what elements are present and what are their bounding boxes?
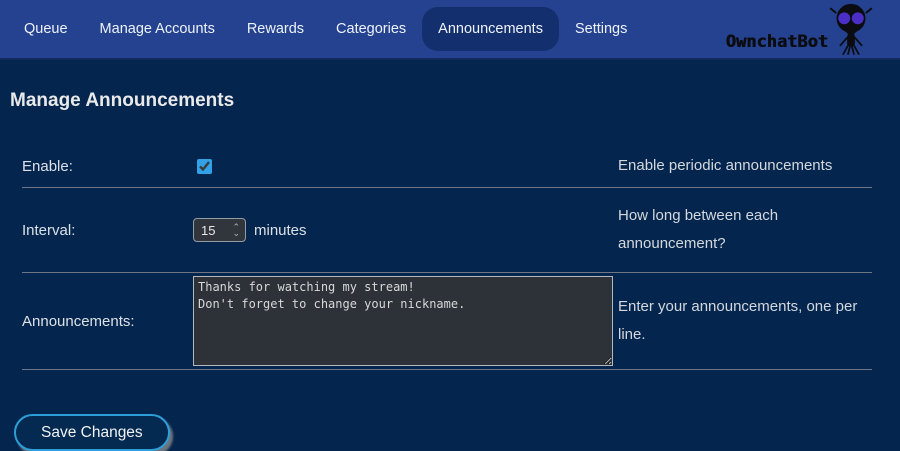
stepper-down-icon[interactable]: ⌄ (232, 230, 240, 236)
nav-tabs: Queue Manage Accounts Rewards Categories… (8, 0, 643, 58)
interval-unit-label: minutes (254, 222, 307, 239)
nav-tab-settings[interactable]: Settings (559, 7, 643, 51)
announcements-row: Announcements: Thanks for watching my st… (22, 273, 872, 370)
nav-tab-rewards[interactable]: Rewards (231, 7, 320, 51)
logo: OwnchatBot (726, 0, 880, 59)
interval-row: Interval: 15 ⌃ ⌄ minutes How long betwee… (22, 188, 872, 273)
page-title: Manage Announcements (10, 90, 900, 112)
logo-text: OwnchatBot (726, 32, 828, 55)
interval-help-text: How long between each announcement? (618, 202, 872, 258)
interval-stepper[interactable]: ⌃ ⌄ (232, 224, 245, 236)
navbar: Queue Manage Accounts Rewards Categories… (0, 0, 900, 60)
enable-help-text: Enable periodic announcements (618, 152, 872, 180)
main-content: Manage Announcements Enable: Enable peri… (0, 60, 900, 451)
nav-tab-categories[interactable]: Categories (320, 7, 422, 51)
announcements-help-text: Enter your announcements, one per line. (618, 293, 872, 349)
nav-tab-announcements[interactable]: Announcements (422, 7, 559, 51)
enable-label: Enable: (22, 158, 193, 175)
announcements-form: Enable: Enable periodic announcements In… (22, 147, 872, 370)
interval-label: Interval: (22, 222, 193, 239)
enable-checkbox[interactable] (197, 159, 212, 174)
interval-input[interactable]: 15 ⌃ ⌄ (193, 218, 246, 242)
nav-tab-manage-accounts[interactable]: Manage Accounts (84, 7, 231, 51)
nav-tab-queue[interactable]: Queue (8, 7, 84, 51)
save-button[interactable]: Save Changes (14, 414, 170, 451)
enable-row: Enable: Enable periodic announcements (22, 147, 872, 188)
robot-mascot-icon (822, 0, 880, 55)
interval-value[interactable]: 15 (194, 223, 232, 238)
announcements-textarea[interactable]: Thanks for watching my stream! Don't for… (193, 276, 613, 366)
announcements-label: Announcements: (22, 313, 193, 330)
